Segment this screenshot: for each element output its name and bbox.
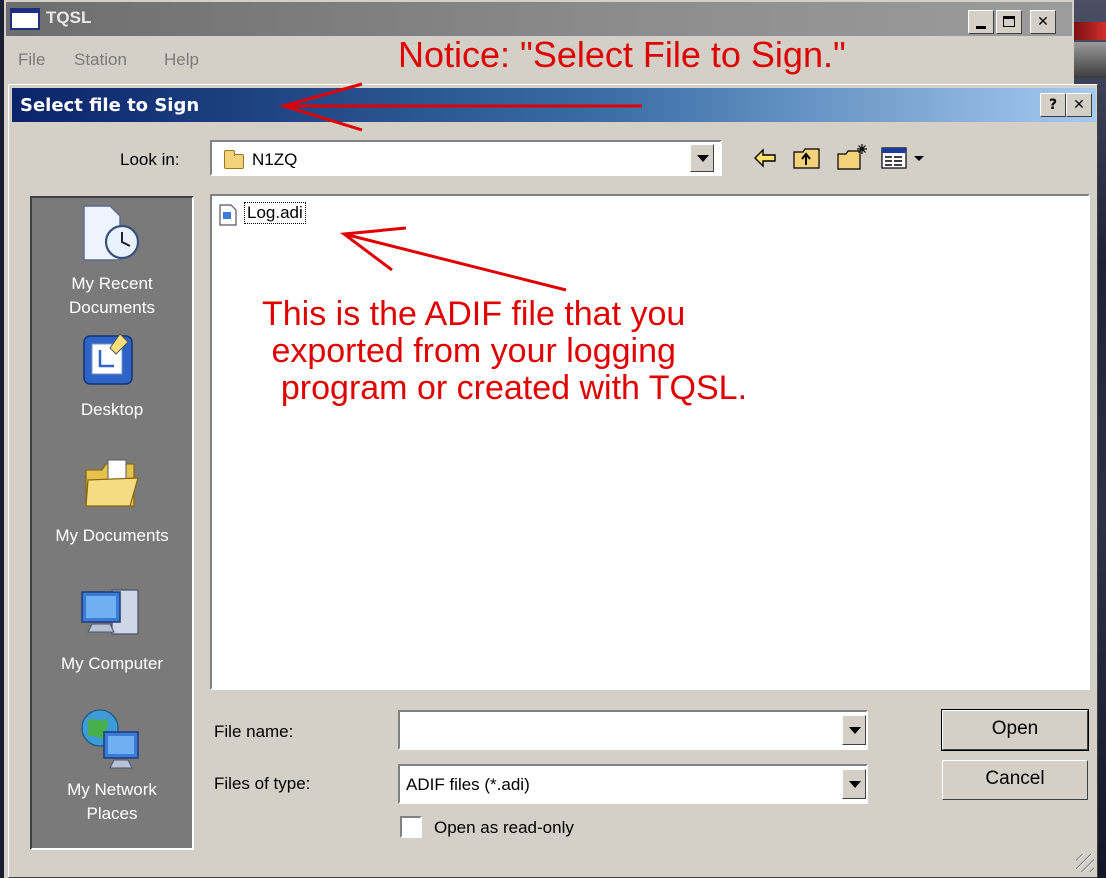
- maximize-button[interactable]: [996, 10, 1022, 34]
- menu-file[interactable]: File: [18, 50, 45, 70]
- chevron-down-icon[interactable]: [842, 769, 866, 799]
- menu-help[interactable]: Help: [164, 50, 199, 70]
- new-folder-icon[interactable]: [836, 142, 870, 172]
- background-window-fragment: [1074, 22, 1106, 40]
- chevron-down-icon[interactable]: [690, 144, 714, 172]
- up-folder-icon[interactable]: [792, 144, 822, 172]
- file-icon: [219, 204, 237, 226]
- cancel-button[interactable]: Cancel: [942, 760, 1088, 800]
- folder-icon: [224, 150, 244, 169]
- tqsl-titlebar: [6, 2, 1072, 36]
- open-button[interactable]: Open: [941, 709, 1089, 751]
- back-arrow-icon[interactable]: [752, 146, 778, 170]
- file-name-label: Log.adi: [244, 202, 306, 224]
- dialog-help-button[interactable]: ?: [1040, 93, 1066, 117]
- place-label: Desktop: [80, 400, 144, 419]
- background-window-fragment: [1074, 42, 1106, 78]
- read-only-label: Open as read-only: [434, 818, 574, 837]
- window-close-button[interactable]: ✕: [1030, 10, 1056, 34]
- close-icon: ✕: [1073, 97, 1085, 113]
- desktop-icon: [83, 333, 133, 385]
- my-network-places-icon: [81, 709, 139, 769]
- my-documents-icon: [85, 459, 139, 507]
- file-name-label: File name:: [214, 722, 294, 741]
- file-annotation-arrow: [340, 226, 567, 292]
- files-of-type-label: Files of type:: [214, 774, 311, 793]
- resize-grip-icon[interactable]: [1076, 854, 1094, 872]
- file-name-input[interactable]: [398, 710, 868, 750]
- app-window-icon: [10, 8, 40, 30]
- dialog-close-button[interactable]: ✕: [1066, 93, 1092, 117]
- read-only-checkbox[interactable]: [400, 816, 422, 838]
- notice-arrow: [278, 82, 642, 132]
- look-in-label: Look in:: [120, 150, 180, 169]
- app-title: TQSL: [46, 8, 92, 27]
- dialog-title: Select file to Sign: [20, 95, 200, 116]
- look-in-value: N1ZQ: [252, 150, 298, 169]
- files-of-type-value: ADIF files (*.adi): [406, 775, 530, 794]
- chevron-down-icon[interactable]: [842, 715, 866, 745]
- maximize-icon: [1003, 16, 1015, 27]
- files-of-type-dropdown[interactable]: ADIF files (*.adi): [398, 764, 868, 804]
- place-label: My Computer: [60, 654, 164, 673]
- minimize-icon: [976, 26, 986, 29]
- close-icon: ✕: [1037, 14, 1049, 30]
- menu-station[interactable]: Station: [74, 50, 127, 70]
- place-label: My Documents: [55, 526, 169, 545]
- help-icon: ?: [1048, 97, 1058, 113]
- my-computer-icon: [81, 589, 139, 635]
- file-annotation: This is the ADIF file that you exported …: [262, 295, 748, 407]
- recent-documents-icon: [83, 205, 140, 261]
- place-label: My Recent Documents: [69, 274, 155, 317]
- place-label: My Network Places: [67, 780, 157, 823]
- minimize-button[interactable]: [968, 10, 994, 34]
- view-menu-icon[interactable]: [880, 146, 932, 172]
- look-in-dropdown[interactable]: N1ZQ: [210, 140, 722, 176]
